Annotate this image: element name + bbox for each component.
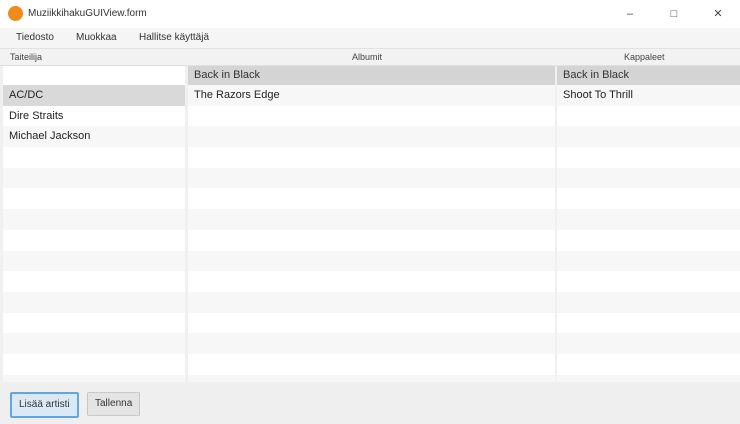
- empty-row: [188, 209, 555, 230]
- list-item[interactable]: Shoot To Thrill: [557, 85, 740, 106]
- song-list-header: Back in Black: [557, 66, 740, 85]
- artist-list-header: [3, 66, 185, 85]
- empty-row: [3, 313, 185, 334]
- empty-row: [3, 374, 185, 382]
- empty-row: [3, 271, 185, 292]
- maximize-button[interactable]: □: [654, 4, 694, 24]
- empty-row: [557, 147, 740, 168]
- empty-row: [188, 188, 555, 209]
- list-item[interactable]: Dire Straits: [3, 106, 185, 127]
- empty-row: [3, 230, 185, 251]
- menu-manage-user[interactable]: Hallitse käyttäjä: [139, 32, 209, 43]
- song-list[interactable]: Back in Black Shoot To Thrill: [557, 66, 740, 382]
- list-item[interactable]: AC/DC: [3, 85, 185, 106]
- title-bar: MuziikkihakuGUIView.form – □ ✕: [0, 0, 740, 28]
- empty-row: [188, 333, 555, 354]
- empty-row: [188, 230, 555, 251]
- menu-edit[interactable]: Muokkaa: [76, 32, 117, 43]
- save-button[interactable]: Tallenna: [87, 392, 141, 416]
- empty-row: [3, 250, 185, 272]
- empty-row: [557, 291, 740, 313]
- column-headers: Taiteilija Albumit Kappaleet: [0, 49, 740, 66]
- song-rows: Shoot To Thrill: [557, 85, 740, 382]
- empty-row: [3, 354, 185, 375]
- artist-list[interactable]: AC/DC Dire Straits Michael Jackson: [3, 66, 185, 382]
- empty-row: [557, 230, 740, 251]
- album-list-header: Back in Black: [188, 66, 555, 85]
- list-item[interactable]: Michael Jackson: [3, 126, 185, 148]
- empty-row: [188, 147, 555, 168]
- empty-row: [557, 354, 740, 375]
- empty-row: [3, 167, 185, 189]
- empty-row: [188, 106, 555, 127]
- empty-row: [3, 333, 185, 354]
- empty-row: [557, 188, 740, 209]
- empty-row: [188, 313, 555, 334]
- empty-row: [557, 167, 740, 189]
- close-button[interactable]: ✕: [698, 4, 738, 24]
- empty-row: [557, 271, 740, 292]
- empty-row: [557, 313, 740, 334]
- empty-row: [188, 167, 555, 189]
- album-column-header: Albumit: [352, 52, 383, 62]
- menu-file[interactable]: Tiedosto: [16, 32, 54, 43]
- empty-row: [188, 291, 555, 313]
- app-icon: [8, 6, 23, 21]
- empty-row: [3, 188, 185, 209]
- empty-row: [188, 126, 555, 148]
- artist-rows: AC/DC Dire Straits Michael Jackson: [3, 85, 185, 382]
- list-item[interactable]: The Razors Edge: [188, 85, 555, 106]
- album-rows: The Razors Edge: [188, 85, 555, 382]
- songs-column-header: Kappaleet: [624, 52, 665, 62]
- empty-row: [557, 126, 740, 148]
- empty-row: [188, 250, 555, 272]
- button-bar: Lisää artisti Tallenna: [0, 382, 740, 424]
- artist-column-header: Taiteilija: [10, 52, 43, 62]
- empty-row: [188, 271, 555, 292]
- window-title: MuziikkihakuGUIView.form: [28, 8, 147, 19]
- empty-row: [188, 354, 555, 375]
- menu-bar: Tiedosto Muokkaa Hallitse käyttäjä: [0, 28, 740, 49]
- add-artist-button[interactable]: Lisää artisti: [10, 392, 79, 418]
- minimize-button[interactable]: –: [610, 4, 650, 24]
- empty-row: [557, 209, 740, 230]
- empty-row: [557, 333, 740, 354]
- empty-row: [3, 291, 185, 313]
- empty-row: [557, 250, 740, 272]
- empty-row: [557, 374, 740, 382]
- album-list[interactable]: Back in Black The Razors Edge: [188, 66, 555, 382]
- empty-row: [3, 209, 185, 230]
- empty-row: [3, 147, 185, 168]
- empty-row: [557, 106, 740, 127]
- empty-row: [188, 374, 555, 382]
